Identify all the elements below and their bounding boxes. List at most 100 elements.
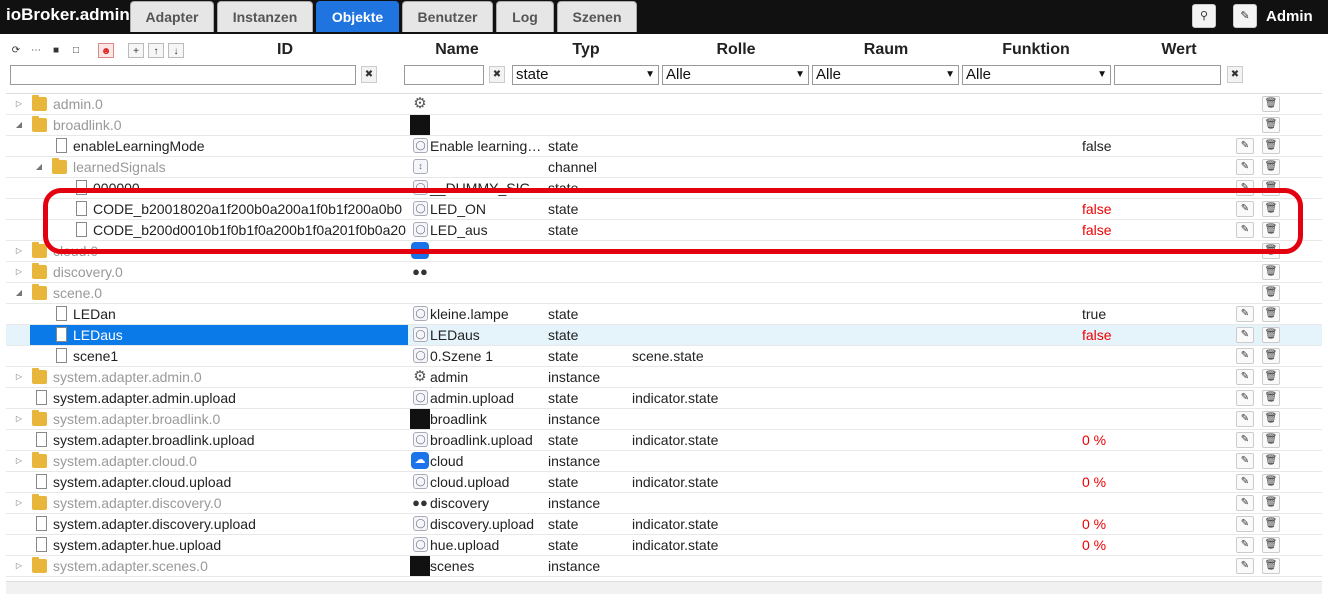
edit-icon[interactable]: ✎ <box>1236 474 1254 490</box>
name-cell[interactable]: ↕ <box>410 157 546 177</box>
name-cell[interactable]: ◯ discovery.upload <box>410 514 546 534</box>
value-cell[interactable]: 0 % <box>1082 430 1232 450</box>
id-cell[interactable]: ◢ scene.0 <box>6 283 408 303</box>
clear-id-filter-icon[interactable]: ✖ <box>361 66 377 83</box>
value-cell[interactable] <box>1082 115 1232 135</box>
function-filter-select[interactable]: Alle ▼ <box>962 65 1111 85</box>
table-row[interactable]: CODE_b20018020a1f200b0a200a1f0b1f200a0b0… <box>6 199 1322 220</box>
delete-icon[interactable]: 🗑 <box>1262 180 1280 196</box>
type-filter-select[interactable]: state ▼ <box>512 65 659 85</box>
expand-icon[interactable]: ▷ <box>14 409 24 429</box>
name-cell[interactable]: ☁ <box>410 241 546 261</box>
edit-icon[interactable]: ✎ <box>1236 411 1254 427</box>
delete-icon[interactable]: 🗑 <box>1262 159 1280 175</box>
value-cell[interactable] <box>1082 241 1232 261</box>
name-filter-input[interactable] <box>404 65 484 85</box>
name-cell[interactable]: ◯ 0.Szene 1 <box>410 346 546 366</box>
list-icon[interactable]: ⋯ <box>28 43 44 58</box>
id-cell[interactable]: LEDan <box>6 304 408 324</box>
delete-icon[interactable]: 🗑 <box>1262 243 1280 259</box>
edit-icon[interactable]: ✎ <box>1236 180 1254 196</box>
delete-icon[interactable]: 🗑 <box>1262 495 1280 511</box>
name-cell[interactable]: ◯ LED_aus <box>410 220 546 240</box>
delete-icon[interactable]: 🗑 <box>1262 516 1280 532</box>
delete-icon[interactable]: 🗑 <box>1262 117 1280 133</box>
header-name[interactable]: Name <box>418 41 496 59</box>
edit-icon[interactable]: ✎ <box>1236 516 1254 532</box>
edit-icon[interactable]: ✎ <box>1236 558 1254 574</box>
delete-icon[interactable]: 🗑 <box>1262 201 1280 217</box>
id-cell[interactable]: system.adapter.discovery.upload <box>6 514 408 534</box>
id-filter-input[interactable] <box>10 65 356 85</box>
clear-value-filter-icon[interactable]: ✖ <box>1227 66 1243 83</box>
delete-icon[interactable]: 🗑 <box>1262 537 1280 553</box>
value-cell[interactable]: true <box>1082 304 1232 324</box>
value-cell[interactable] <box>1082 409 1232 429</box>
folder-open-icon[interactable]: □ <box>68 43 84 58</box>
pencil-icon[interactable]: ✎ <box>1233 4 1257 28</box>
header-type[interactable]: Typ <box>560 41 612 59</box>
id-cell[interactable]: ▷ system.adapter.admin.0 <box>6 367 408 387</box>
name-cell[interactable]: broadlink <box>410 409 546 429</box>
id-cell[interactable]: system.adapter.admin.upload <box>6 388 408 408</box>
add-icon[interactable]: + <box>128 43 144 58</box>
edit-icon[interactable]: ✎ <box>1236 390 1254 406</box>
delete-icon[interactable]: 🗑 <box>1262 369 1280 385</box>
value-cell[interactable]: 0 % <box>1082 472 1232 492</box>
id-cell[interactable]: ▷ system.adapter.broadlink.0 <box>6 409 408 429</box>
user-name[interactable]: Admin <box>1266 8 1313 25</box>
horizontal-scrollbar[interactable] <box>6 581 1322 594</box>
value-cell[interactable]: false <box>1082 199 1232 219</box>
tab-instanzen[interactable]: Instanzen <box>217 1 313 32</box>
edit-icon[interactable]: ✎ <box>1236 306 1254 322</box>
expand-icon[interactable]: ▷ <box>14 556 24 576</box>
table-row[interactable]: system.adapter.cloud.upload ◯ cloud.uploa… <box>6 472 1322 493</box>
edit-icon[interactable]: ✎ <box>1236 138 1254 154</box>
id-cell[interactable]: system.adapter.hue.upload <box>6 535 408 555</box>
value-cell[interactable] <box>1082 451 1232 471</box>
name-cell[interactable]: ●● discovery <box>410 493 546 513</box>
edit-icon[interactable]: ✎ <box>1236 453 1254 469</box>
edit-icon[interactable]: ✎ <box>1236 432 1254 448</box>
table-row[interactable]: system.adapter.broadlink.upload ◯ broadli… <box>6 430 1322 451</box>
name-cell[interactable]: ⚙ <box>410 94 546 114</box>
id-cell[interactable]: ▷ system.adapter.scenes.0 <box>6 556 408 576</box>
edit-icon[interactable]: ✎ <box>1236 369 1254 385</box>
delete-icon[interactable]: 🗑 <box>1262 306 1280 322</box>
value-filter-input[interactable] <box>1114 65 1221 85</box>
table-row[interactable]: system.adapter.discovery.upload ◯ discove… <box>6 514 1322 535</box>
edit-icon[interactable]: ✎ <box>1236 327 1254 343</box>
delete-icon[interactable]: 🗑 <box>1262 138 1280 154</box>
table-row[interactable]: ▷ admin.0 ⚙ 🗑 <box>6 94 1322 115</box>
table-row[interactable]: system.adapter.hue.upload ◯ hue.upload st… <box>6 535 1322 556</box>
id-cell[interactable]: ◢ learnedSignals <box>6 157 408 177</box>
search-icon[interactable]: ⚲ <box>1192 4 1216 28</box>
delete-icon[interactable]: 🗑 <box>1262 348 1280 364</box>
tab-objekte[interactable]: Objekte <box>316 1 399 32</box>
value-cell[interactable] <box>1082 157 1232 177</box>
table-row[interactable]: enableLearningMode ◯ Enable learning… sta… <box>6 136 1322 157</box>
id-cell[interactable]: 000000 <box>6 178 408 198</box>
edit-icon[interactable]: ✎ <box>1236 222 1254 238</box>
value-cell[interactable] <box>1082 367 1232 387</box>
tab-log[interactable]: Log <box>496 1 554 32</box>
value-cell[interactable] <box>1082 262 1232 282</box>
id-cell[interactable]: enableLearningMode <box>6 136 408 156</box>
name-cell[interactable]: ◯ LED_ON <box>410 199 546 219</box>
header-function[interactable]: Funktion <box>996 41 1076 59</box>
delete-icon[interactable]: 🗑 <box>1262 222 1280 238</box>
value-cell[interactable] <box>1082 94 1232 114</box>
header-id[interactable]: ID <box>270 41 300 59</box>
table-row[interactable]: CODE_b200d0010b1f0b1f0a200b1f0a201f0b0a2… <box>6 220 1322 241</box>
id-cell[interactable]: ▷ system.adapter.discovery.0 <box>6 493 408 513</box>
download-icon[interactable]: ↓ <box>168 43 184 58</box>
name-cell[interactable]: ◯ Enable learning… <box>410 136 546 156</box>
id-cell[interactable]: system.adapter.cloud.upload <box>6 472 408 492</box>
expand-icon[interactable]: ▷ <box>14 94 24 114</box>
tab-benutzer[interactable]: Benutzer <box>402 1 493 32</box>
delete-icon[interactable]: 🗑 <box>1262 558 1280 574</box>
value-cell[interactable] <box>1082 346 1232 366</box>
delete-icon[interactable]: 🗑 <box>1262 264 1280 280</box>
delete-icon[interactable]: 🗑 <box>1262 285 1280 301</box>
name-cell[interactable]: ◯ __DUMMY_SIG… <box>410 178 546 198</box>
